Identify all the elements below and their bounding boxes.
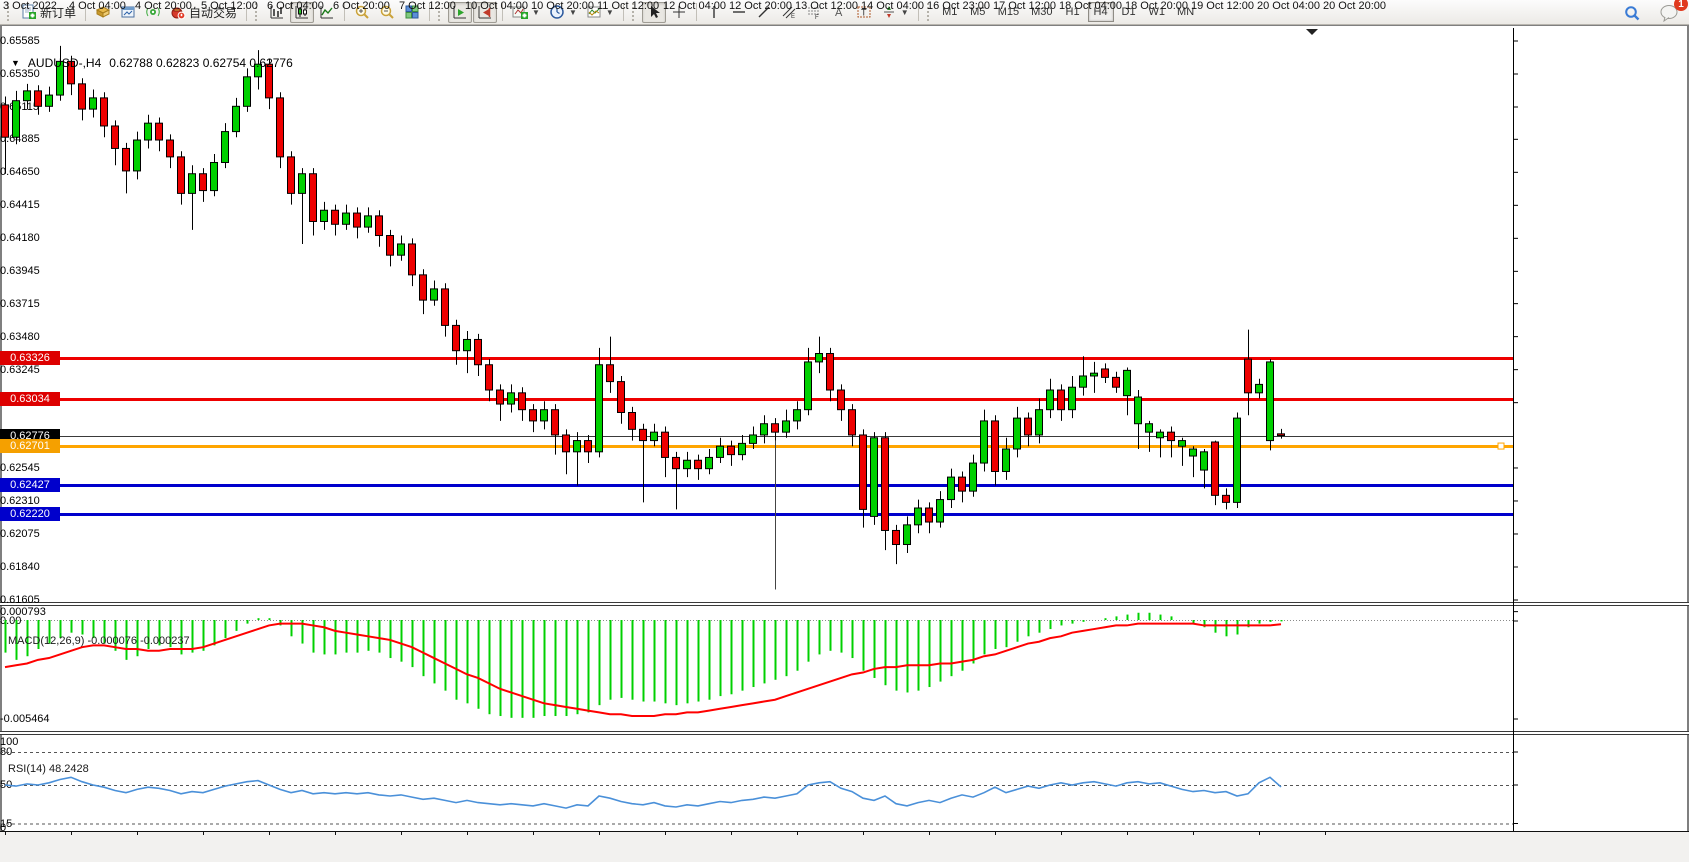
rsi-line [5,777,1281,808]
price-level-tag: 0.62427 [0,478,60,492]
price-level-tag: 0.62220 [0,507,60,521]
macd-pane [0,613,1513,718]
application-window: 新订单 自动交易 [0,0,1689,862]
macd-indicator-label: MACD(12,26,9) -0.000076 -0.000237 [8,635,190,647]
window-menu-icon[interactable]: ▼ [11,58,20,68]
chart-title: ▼ AUDUSD-,H4 0.62788 0.62823 0.62754 0.6… [11,56,293,70]
ohlc-values: 0.62788 0.62823 0.62754 0.62776 [109,56,293,70]
main-price-pane [0,46,1513,590]
rsi-indicator-label: RSI(14) 48.2428 [8,763,89,775]
symbol-period-label: AUDUSD-,H4 [28,56,101,70]
price-level-tag: 0.63034 [0,392,60,406]
price-level-tag: 0.63326 [0,351,60,365]
chart-shift-marker [1306,29,1318,35]
chart-plot[interactable] [0,0,1689,862]
rsi-pane [0,753,1513,825]
price-level-tag: 0.62701 [0,439,60,453]
